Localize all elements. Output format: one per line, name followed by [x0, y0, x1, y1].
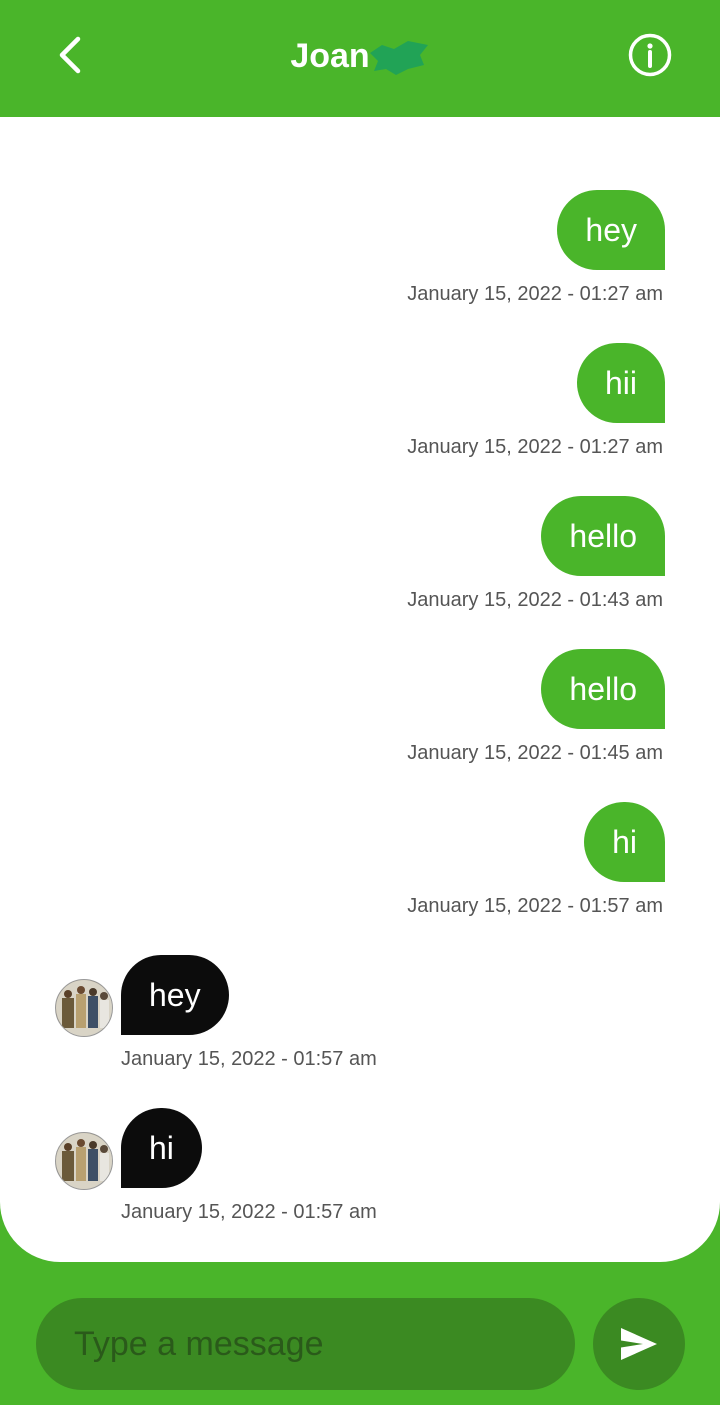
- avatar[interactable]: [55, 979, 113, 1037]
- contact-name: Joan: [290, 37, 370, 75]
- incoming-message-bubble[interactable]: hi: [121, 1108, 202, 1188]
- message-timestamp: January 15, 2022 - 01:43 am: [407, 589, 663, 611]
- page-title: Joan: [0, 34, 720, 78]
- message-timestamp: January 15, 2022 - 01:57 am: [407, 895, 663, 917]
- message-list[interactable]: hey January 15, 2022 - 01:27 am hii Janu…: [0, 117, 720, 1262]
- message-input[interactable]: [72, 1323, 575, 1365]
- message-timestamp: January 15, 2022 - 01:27 am: [407, 283, 663, 305]
- outgoing-message-bubble[interactable]: hello: [541, 649, 665, 729]
- message-timestamp: January 15, 2022 - 01:57 am: [121, 1048, 377, 1070]
- avatar[interactable]: [55, 1132, 113, 1190]
- outgoing-message-bubble[interactable]: hello: [541, 496, 665, 576]
- message-timestamp: January 15, 2022 - 01:27 am: [407, 436, 663, 458]
- avatar-photo: [56, 980, 112, 1036]
- send-icon: [621, 1328, 657, 1360]
- message-composer: [36, 1298, 575, 1390]
- outgoing-message-bubble[interactable]: hii: [576, 343, 665, 423]
- info-icon: [628, 33, 672, 77]
- avatar-photo: [56, 1133, 112, 1189]
- send-button[interactable]: [593, 1298, 685, 1390]
- message-timestamp: January 15, 2022 - 01:57 am: [121, 1201, 377, 1223]
- outgoing-message-bubble[interactable]: hey: [557, 190, 665, 270]
- incoming-message-bubble[interactable]: hey: [121, 955, 229, 1035]
- info-button[interactable]: [626, 31, 674, 79]
- message-timestamp: January 15, 2022 - 01:45 am: [407, 742, 663, 764]
- redaction-mark: [369, 41, 428, 76]
- app-header: Joan: [0, 0, 720, 117]
- outgoing-message-bubble[interactable]: hi: [584, 802, 665, 882]
